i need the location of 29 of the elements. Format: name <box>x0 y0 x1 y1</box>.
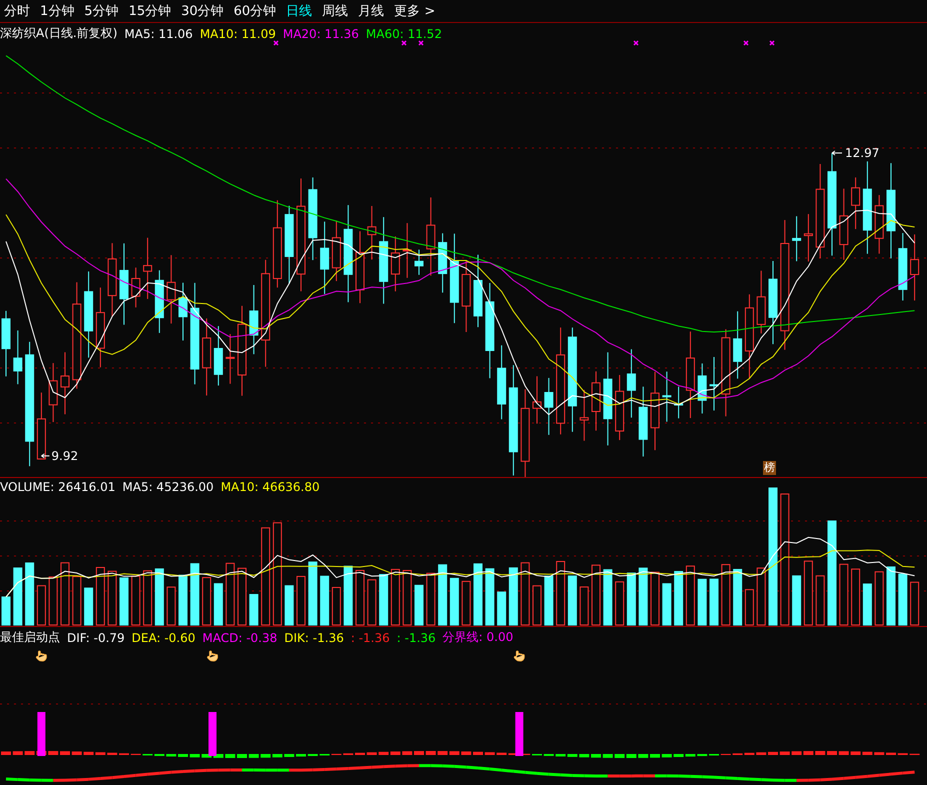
period-tab[interactable]: 日线 <box>282 2 316 20</box>
period-tab[interactable]: 月线 <box>354 2 388 20</box>
legend-value: MA20: 11.36 <box>282 26 359 40</box>
period-tab[interactable]: 30分钟 <box>177 2 228 20</box>
period-tab[interactable]: 1分钟 <box>36 2 78 20</box>
legend-value: DEA: -0.60 <box>132 630 196 644</box>
legend-value: MA10: 11.09 <box>200 26 276 40</box>
indicator-title: 最佳启动点 <box>0 629 60 646</box>
rank-badge: 榜 <box>763 461 776 475</box>
period-tab[interactable]: 更多 > <box>390 2 440 20</box>
legend-value: MA10: 46636.80 <box>220 480 320 494</box>
legend-value: MA5: 45236.00 <box>122 480 214 494</box>
stock-title: 深纺织A(日线.前复权) <box>0 25 118 42</box>
price-label: 12.97 <box>845 146 880 160</box>
legend-value: : -1.36 <box>350 630 390 644</box>
legend-value: MACD: -0.38 <box>202 630 278 644</box>
period-tab[interactable]: 5分钟 <box>80 2 123 20</box>
legend-value: 分界线: 0.00 <box>442 629 514 646</box>
legend-value: : -1.36 <box>396 630 436 644</box>
legend-value: DIK: -1.36 <box>284 630 344 644</box>
legend-value: MA5: 11.06 <box>124 26 193 40</box>
period-tab[interactable]: 15分钟 <box>124 2 176 20</box>
price-label: 9.92 <box>51 448 78 463</box>
legend-value: MA60: 11.52 <box>366 26 442 40</box>
legend-value: VOLUME: 26416.01 <box>0 480 116 494</box>
period-tab[interactable]: 周线 <box>318 2 352 20</box>
period-tab[interactable]: 分时 <box>0 2 34 20</box>
legend-value: DIF: -0.79 <box>67 630 125 644</box>
period-tab[interactable]: 60分钟 <box>230 2 280 20</box>
